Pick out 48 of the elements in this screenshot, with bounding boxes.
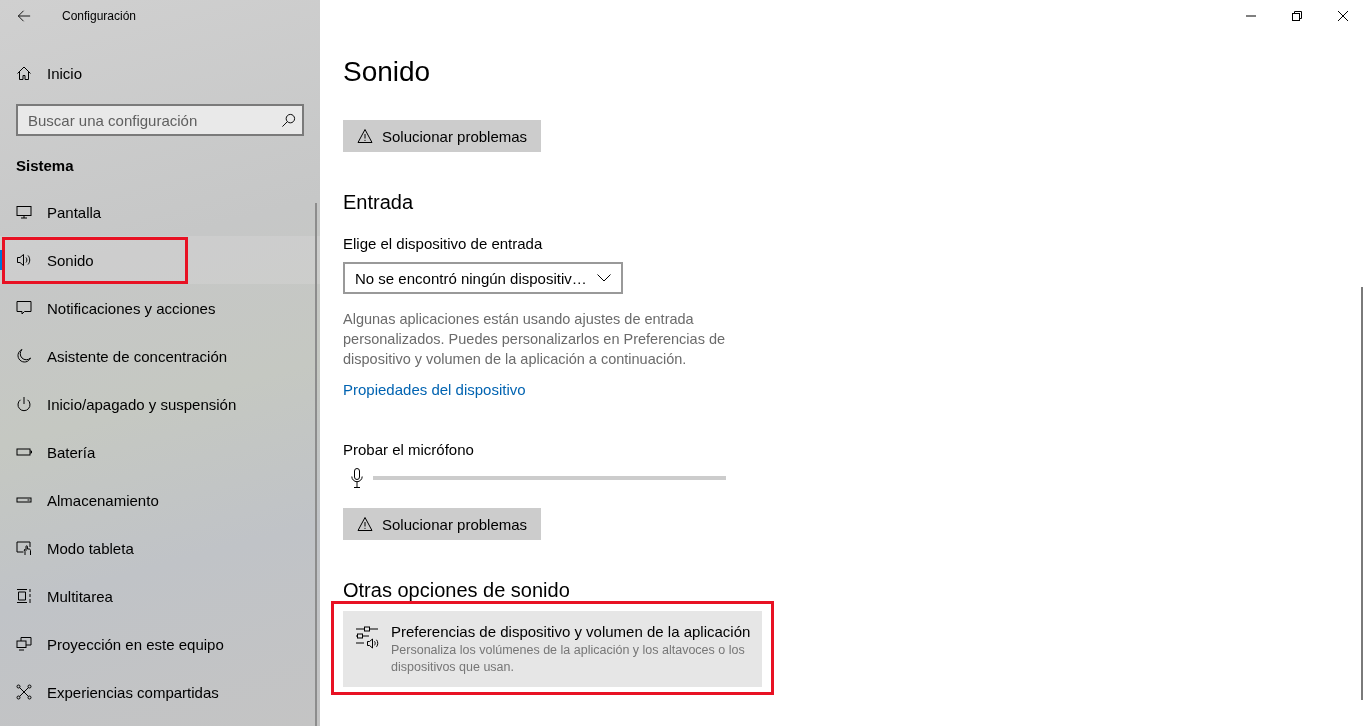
troubleshoot-button[interactable]: Solucionar problemas bbox=[343, 508, 542, 540]
speech-bubble-icon bbox=[16, 300, 32, 316]
chevron-down-icon bbox=[597, 274, 611, 282]
field-label: Probar el micrófono bbox=[343, 440, 474, 460]
back-arrow-icon bbox=[17, 9, 31, 23]
nav-item[interactable]: Asistente de concentración bbox=[0, 332, 320, 380]
close-icon bbox=[1338, 11, 1348, 21]
nav-item[interactable]: Inicio/apagado y suspensión bbox=[0, 380, 320, 428]
microphone-icon bbox=[351, 468, 363, 488]
device-dropdown[interactable]: No se encontró ningún dispositiv… bbox=[343, 262, 623, 294]
monitor-icon bbox=[16, 204, 32, 220]
restore-icon bbox=[1292, 11, 1302, 21]
section-heading: Sistema bbox=[15, 156, 75, 176]
search-field[interactable]: Buscar una configuración bbox=[16, 104, 304, 136]
nav-item[interactable]: Experiencias compartidas bbox=[0, 668, 320, 716]
tablet-touch-icon bbox=[16, 540, 32, 556]
section-heading: Otras opciones de sonido bbox=[343, 578, 570, 603]
nav-item[interactable]: Multitarea bbox=[0, 572, 320, 620]
warning-icon bbox=[357, 128, 373, 144]
nav-item[interactable]: Notificaciones y acciones bbox=[0, 284, 320, 332]
speaker-icon bbox=[16, 252, 32, 268]
nav-item[interactable]: Proyección en este equipo bbox=[0, 620, 320, 668]
scroll-bar[interactable] bbox=[1361, 287, 1363, 700]
option-description: Personaliza los volúmenes de la aplicación y los altavoces o los dispositivos que usan. bbox=[391, 642, 746, 676]
home-icon bbox=[16, 65, 32, 81]
nav-item[interactable]: Almacenamiento bbox=[0, 476, 320, 524]
info-text: Algunas aplicaciones están usando ajustes de entrada personalizados. Puedes personalizarlos en Preferencias de dispositivo y volumen de la aplicación a continuación. bbox=[343, 310, 727, 369]
page-title: Sonido bbox=[343, 55, 431, 89]
search-icon bbox=[281, 113, 296, 128]
overlapping-screens-icon bbox=[16, 636, 32, 652]
section-heading: Entrada bbox=[343, 190, 414, 215]
properties-link[interactable]: Propiedades del dispositivo bbox=[343, 380, 526, 400]
option-title: Preferencias de dispositivo y volumen de la aplicación bbox=[391, 622, 752, 642]
multitask-icon bbox=[16, 588, 32, 604]
sliders-speaker-icon bbox=[355, 625, 379, 649]
power-icon bbox=[16, 396, 32, 412]
nav-item[interactable]: Pantalla bbox=[0, 188, 320, 236]
troubleshoot-button[interactable]: Solucionar problemas bbox=[343, 120, 542, 152]
scroll-bar[interactable] bbox=[315, 203, 317, 726]
warning-icon bbox=[357, 516, 373, 532]
window-title: Configuración bbox=[62, 9, 137, 23]
network-nodes-icon bbox=[16, 684, 32, 700]
home-link[interactable]: Inicio bbox=[0, 49, 320, 97]
nav-item[interactable]: Modo tableta bbox=[0, 524, 320, 572]
moon-icon bbox=[16, 348, 32, 364]
nav-item[interactable]: Sonido bbox=[0, 236, 320, 284]
field-label: Elige el dispositivo de entrada bbox=[343, 234, 543, 254]
nav-item[interactable]: Batería bbox=[0, 428, 320, 476]
